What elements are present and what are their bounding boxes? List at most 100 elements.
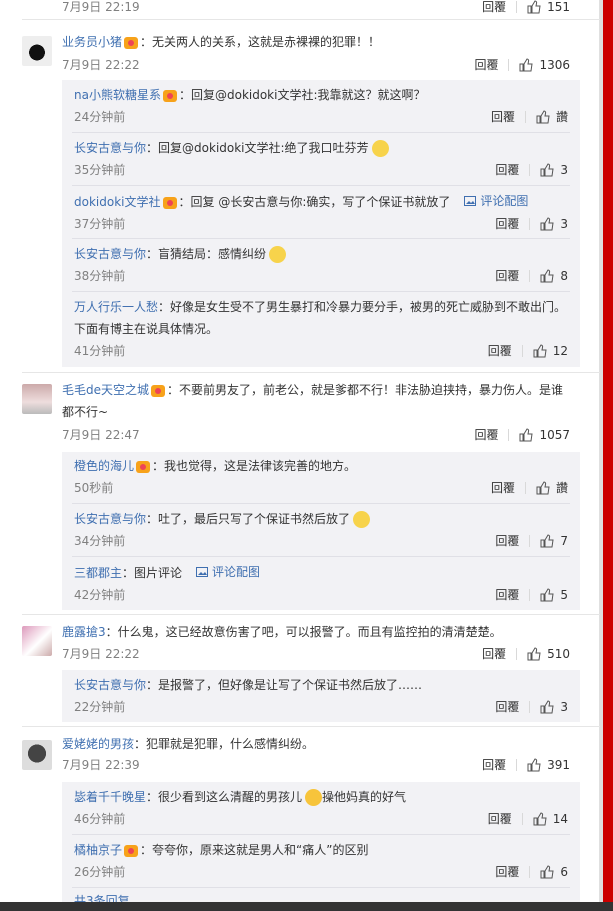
reply-body: 回复 @长安古意与你:确实，写了个保证书就放了 <box>190 195 451 209</box>
like-count: 3 <box>560 162 568 177</box>
divider <box>529 217 531 230</box>
reply-button[interactable]: 回覆 <box>491 108 515 125</box>
like-count: 8 <box>560 268 568 283</box>
reply-button[interactable]: 回覆 <box>488 342 512 359</box>
image-comment-link[interactable]: 评论配图 <box>196 561 260 583</box>
like-button[interactable]: 1306 <box>519 58 570 72</box>
comment-text: 业务员小猪 ：无关两人的关系，这就是赤裸裸的犯罪！！ <box>62 31 570 53</box>
like-button[interactable]: 151 <box>527 0 570 14</box>
reply-actions: 回覆 3 <box>495 215 568 232</box>
like-button[interactable]: 14 <box>533 812 568 826</box>
thumbs-up-icon <box>540 216 554 230</box>
like-button[interactable]: 6 <box>540 865 568 879</box>
user-name[interactable]: 业务员小猪 <box>62 35 122 49</box>
divider <box>529 269 531 282</box>
avatar[interactable] <box>22 626 52 656</box>
smile-emoji-icon <box>269 246 287 263</box>
like-button[interactable]: 1057 <box>519 428 570 442</box>
divider <box>529 588 531 601</box>
colon: ： <box>134 737 147 751</box>
user-name[interactable]: 长安古意与你 <box>74 247 146 261</box>
reply-item: 长安古意与你：是报警了，但好像是让写了个保证书然后放了…… 22分钟前 回覆 3 <box>74 674 568 718</box>
reply-button[interactable]: 回覆 <box>491 479 515 496</box>
thumbs-up-icon <box>533 811 547 825</box>
user-name[interactable]: 鹿露搶3 <box>62 625 106 639</box>
like-button[interactable]: 讚 <box>536 479 568 496</box>
user-name[interactable]: na小熊软糖星系 <box>74 88 161 102</box>
user-name[interactable]: 橙色的海儿 <box>74 459 134 473</box>
colon: ： <box>158 300 171 314</box>
user-name[interactable]: 毛毛de天空之城 <box>62 383 149 397</box>
reply-actions: 回覆 8 <box>495 267 568 284</box>
thumbs-up-icon <box>527 646 541 660</box>
row-divider <box>22 726 600 727</box>
like-button[interactable]: 3 <box>540 217 568 231</box>
reply-body: 回复@dokidoki文学社:我靠就这？就这啊？ <box>190 88 426 102</box>
user-name[interactable]: 爱姥姥的男孩 <box>62 737 134 751</box>
reply-button[interactable]: 回覆 <box>488 810 512 827</box>
reply-button[interactable]: 回覆 <box>495 161 519 178</box>
window-bottom-edge <box>0 902 613 911</box>
avatar[interactable] <box>22 384 52 414</box>
colon: ： <box>146 790 159 804</box>
user-name[interactable]: 长安古意与你 <box>74 512 146 526</box>
divider <box>516 647 518 660</box>
comment-item: 鹿露搶3：什么鬼，这已经故意伤害了吧，可以报警了。而且有监控拍的清清楚楚。 7月… <box>0 620 600 665</box>
like-count: 1057 <box>539 427 570 442</box>
reply-button[interactable]: 回覆 <box>495 532 519 549</box>
divider <box>72 238 570 239</box>
thumbs-up-icon <box>527 0 541 13</box>
thumbs-up-icon <box>536 480 550 494</box>
reply-button[interactable]: 回覆 <box>482 645 506 662</box>
like-button[interactable]: 5 <box>540 588 568 602</box>
like-button[interactable]: 12 <box>533 344 568 358</box>
reply-button[interactable]: 回覆 <box>495 698 519 715</box>
like-button[interactable]: 3 <box>540 700 568 714</box>
reply-button[interactable]: 回覆 <box>495 267 519 284</box>
avatar[interactable] <box>22 740 52 770</box>
reply-actions: 回覆 3 <box>495 161 568 178</box>
reply-button[interactable]: 回覆 <box>495 586 519 603</box>
reply-button[interactable]: 回覆 <box>474 56 498 73</box>
reply-button[interactable]: 回覆 <box>482 756 506 773</box>
divider <box>529 865 531 878</box>
like-count: 14 <box>552 811 568 826</box>
user-name[interactable]: dokidoki文学社 <box>74 195 161 209</box>
like-count: 6 <box>560 864 568 879</box>
reply-button[interactable]: 回覆 <box>474 426 498 443</box>
reply-button[interactable]: 回覆 <box>495 863 519 880</box>
reply-button[interactable]: 回覆 <box>482 0 506 15</box>
like-button[interactable]: 391 <box>527 758 570 772</box>
user-name[interactable]: 橘柚京子 <box>74 843 122 857</box>
divider <box>508 58 510 71</box>
divider <box>524 481 526 494</box>
reply-thread: 毖着千千晚星：很少看到这么清醒的男孩儿 操他妈真的好气 46分钟前 回覆 14 橘柚… <box>62 782 580 908</box>
comment-time: 7月9日 22:22 <box>62 647 140 661</box>
user-name[interactable]: 三都郡主 <box>74 566 122 580</box>
like-button[interactable]: 讚 <box>536 108 568 125</box>
smile-emoji-icon <box>371 140 389 157</box>
avatar[interactable] <box>22 36 52 66</box>
reply-time: 24分钟前 <box>74 110 126 124</box>
row-divider <box>22 19 600 20</box>
reply-actions: 回覆 6 <box>495 863 568 880</box>
like-button[interactable]: 3 <box>540 163 568 177</box>
thumbs-up-icon <box>540 699 554 713</box>
reply-thread: 长安古意与你：是报警了，但好像是让写了个保证书然后放了…… 22分钟前 回覆 3 <box>62 670 580 722</box>
reply-time: 37分钟前 <box>74 217 126 231</box>
divider <box>524 110 526 123</box>
user-name[interactable]: 长安古意与你 <box>74 678 146 692</box>
reply-button[interactable]: 回覆 <box>495 215 519 232</box>
comment-item: 业务员小猪 ：无关两人的关系，这就是赤裸裸的犯罪！！ 7月9日 22:22 回覆 … <box>0 28 600 78</box>
like-button[interactable]: 8 <box>540 269 568 283</box>
like-button[interactable]: 510 <box>527 647 570 661</box>
like-button[interactable]: 7 <box>540 534 568 548</box>
user-name[interactable]: 万人行乐一人愁 <box>74 300 158 314</box>
user-name[interactable]: 毖着千千晚星 <box>74 790 146 804</box>
row-divider <box>22 614 600 615</box>
user-name[interactable]: 长安古意与你 <box>74 141 146 155</box>
image-comment-link[interactable]: 评论配图 <box>464 190 528 212</box>
window-edge <box>603 0 613 911</box>
like-count: 12 <box>552 343 568 358</box>
like-count: 510 <box>547 646 570 661</box>
